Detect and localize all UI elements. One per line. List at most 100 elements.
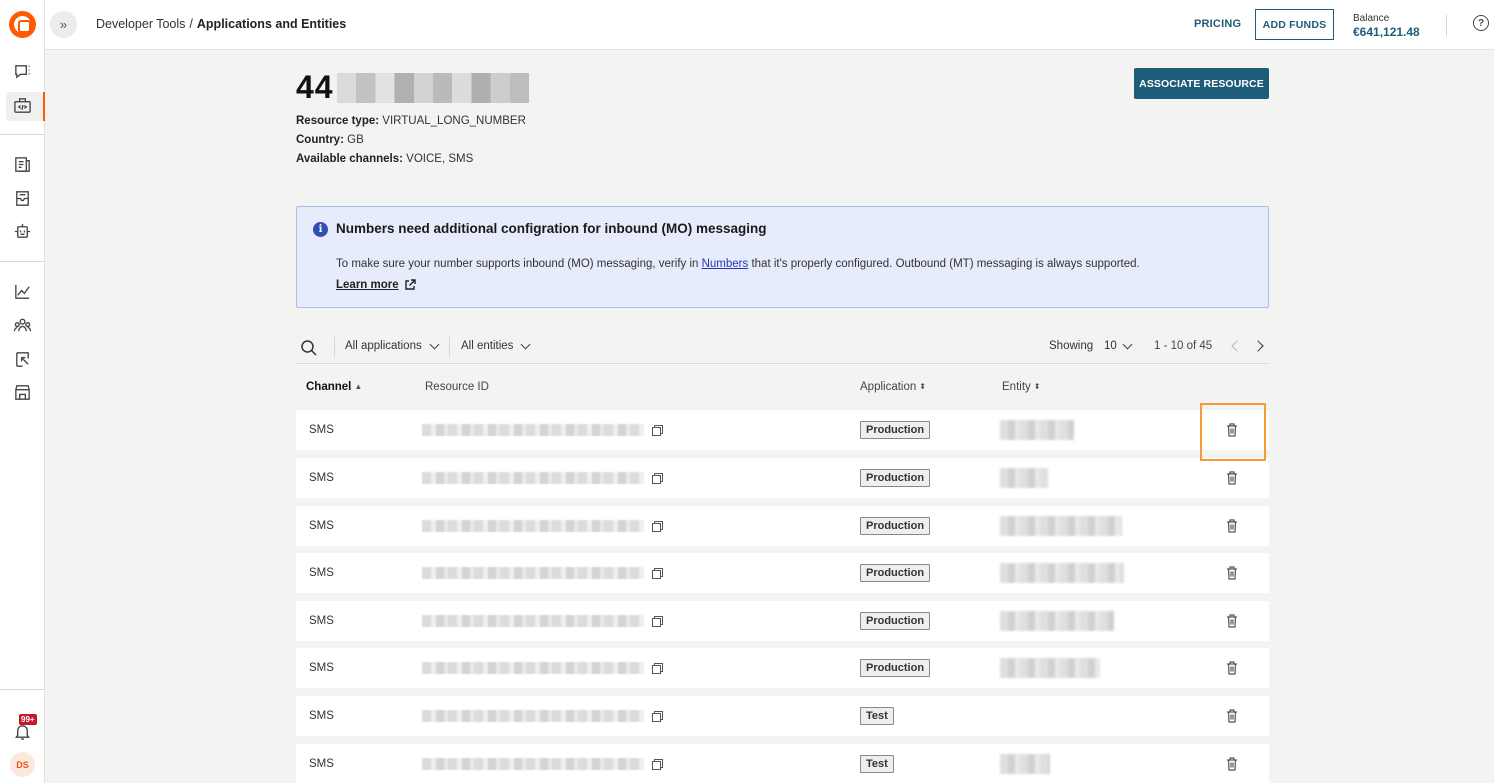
trash-icon[interactable] bbox=[1226, 471, 1238, 485]
nav-active-indicator bbox=[43, 92, 45, 121]
previous-page-icon[interactable] bbox=[1231, 340, 1243, 352]
channel-cell: SMS bbox=[309, 520, 334, 532]
people-icon[interactable] bbox=[12, 316, 33, 335]
table-row[interactable]: SMS Production bbox=[296, 648, 1269, 688]
redacted-resource-id bbox=[422, 662, 644, 674]
redacted-resource-id bbox=[422, 615, 644, 627]
copy-icon[interactable] bbox=[652, 663, 663, 674]
copy-icon[interactable] bbox=[652, 616, 663, 627]
pricing-link[interactable]: PRICING bbox=[1194, 18, 1241, 30]
redacted-resource-id bbox=[422, 710, 644, 722]
redacted-entity bbox=[1000, 563, 1124, 583]
brand-logo-icon[interactable] bbox=[9, 11, 36, 38]
channel-cell: SMS bbox=[309, 424, 334, 436]
breadcrumb-separator: / bbox=[189, 17, 193, 31]
inbox-icon[interactable] bbox=[12, 189, 33, 208]
channel-cell: SMS bbox=[309, 662, 334, 674]
search-icon[interactable] bbox=[300, 339, 318, 357]
column-header-entity[interactable]: Entity ⬍ bbox=[1002, 381, 1040, 393]
chat-icon[interactable] bbox=[12, 62, 33, 81]
resource-type-label: Resource type: bbox=[296, 115, 380, 127]
resource-id-header-label: Resource ID bbox=[425, 381, 489, 393]
left-sidebar: 99+ DS bbox=[0, 0, 45, 783]
redacted-resource-id bbox=[422, 424, 644, 436]
copy-icon[interactable] bbox=[652, 521, 663, 532]
analytics-icon[interactable] bbox=[12, 282, 33, 301]
sidebar-divider bbox=[0, 261, 44, 262]
filter-divider bbox=[449, 337, 450, 357]
trash-icon[interactable] bbox=[1226, 566, 1238, 580]
add-funds-button[interactable]: ADD FUNDS bbox=[1255, 9, 1334, 40]
page-size-value: 10 bbox=[1104, 340, 1117, 352]
filter-bar: All applications All entities Showing 10… bbox=[296, 333, 1269, 364]
column-header-channel[interactable]: Channel ▲ bbox=[306, 381, 362, 393]
copy-icon[interactable] bbox=[652, 425, 663, 436]
exports-icon[interactable] bbox=[12, 350, 33, 369]
channel-cell: SMS bbox=[309, 710, 334, 722]
delete-highlight-box bbox=[1200, 403, 1266, 461]
page-title: 44 bbox=[296, 69, 529, 106]
help-icon[interactable]: ? bbox=[1473, 15, 1489, 31]
redacted-resource-id bbox=[422, 520, 644, 532]
associate-resource-button[interactable]: ASSOCIATE RESOURCE bbox=[1134, 68, 1269, 99]
redacted-resource-id bbox=[422, 472, 644, 484]
trash-icon[interactable] bbox=[1226, 614, 1238, 628]
topbar-divider bbox=[1446, 15, 1447, 36]
double-chevron-right-icon: » bbox=[59, 17, 68, 32]
country-line: Country: GB bbox=[296, 134, 364, 146]
applications-filter-dropdown[interactable]: All applications bbox=[345, 339, 440, 352]
redacted-entity bbox=[1000, 420, 1074, 440]
table-row[interactable]: SMS Production bbox=[296, 553, 1269, 593]
redacted-entity bbox=[1000, 611, 1114, 631]
breadcrumb-parent[interactable]: Developer Tools bbox=[96, 17, 185, 31]
bot-icon[interactable] bbox=[12, 222, 33, 241]
avatar[interactable]: DS bbox=[10, 752, 35, 777]
page-size-dropdown[interactable]: 10 bbox=[1104, 339, 1133, 352]
documents-icon[interactable] bbox=[12, 155, 33, 174]
country-value: GB bbox=[347, 134, 364, 146]
trash-icon[interactable] bbox=[1226, 661, 1238, 675]
copy-icon[interactable] bbox=[652, 759, 663, 770]
table-row[interactable]: SMS Production bbox=[296, 410, 1269, 450]
copy-icon[interactable] bbox=[652, 568, 663, 579]
next-page-icon[interactable] bbox=[1252, 340, 1264, 352]
notice-text-before: To make sure your number supports inboun… bbox=[336, 258, 702, 270]
column-header-application[interactable]: Application ⬍ bbox=[860, 381, 926, 393]
applications-filter-label: All applications bbox=[345, 340, 422, 352]
channel-cell: SMS bbox=[309, 567, 334, 579]
copy-icon[interactable] bbox=[652, 711, 663, 722]
channel-cell: SMS bbox=[309, 472, 334, 484]
expand-sidebar-button[interactable]: » bbox=[50, 11, 77, 38]
trash-icon[interactable] bbox=[1226, 757, 1238, 771]
table-row[interactable]: SMS Test bbox=[296, 744, 1269, 783]
table-row[interactable]: SMS Test bbox=[296, 696, 1269, 736]
application-tag: Test bbox=[860, 707, 894, 725]
channel-header-label: Channel bbox=[306, 381, 352, 393]
redacted-entity bbox=[1000, 468, 1048, 488]
store-icon[interactable] bbox=[12, 383, 33, 402]
table-row[interactable]: SMS Production bbox=[296, 458, 1269, 498]
application-tag: Production bbox=[860, 612, 931, 630]
redacted-resource-id bbox=[422, 758, 644, 770]
pagination-range: 1 - 10 of 45 bbox=[1154, 340, 1213, 352]
breadcrumb-current: Applications and Entities bbox=[196, 17, 347, 31]
numbers-link[interactable]: Numbers bbox=[702, 258, 749, 270]
table-row[interactable]: SMS Production bbox=[296, 506, 1269, 546]
trash-icon[interactable] bbox=[1226, 709, 1238, 723]
redacted-resource-id bbox=[422, 567, 644, 579]
developer-tools-icon[interactable] bbox=[12, 96, 33, 115]
sort-asc-icon: ▲ bbox=[354, 382, 363, 391]
trash-icon[interactable] bbox=[1226, 519, 1238, 533]
entities-filter-dropdown[interactable]: All entities bbox=[461, 339, 531, 352]
chevron-down-icon bbox=[520, 339, 531, 349]
channel-cell: SMS bbox=[309, 615, 334, 627]
table-row[interactable]: SMS Production bbox=[296, 601, 1269, 641]
entities-filter-label: All entities bbox=[461, 340, 514, 352]
notice-text-after: that it's properly configured. Outbound … bbox=[748, 258, 1140, 270]
copy-icon[interactable] bbox=[652, 473, 663, 484]
learn-more-link[interactable]: Learn more bbox=[336, 279, 416, 291]
country-label: Country: bbox=[296, 134, 344, 146]
redacted-entity bbox=[1000, 658, 1100, 678]
application-tag: Test bbox=[860, 755, 894, 773]
chevron-down-icon bbox=[1122, 339, 1133, 349]
